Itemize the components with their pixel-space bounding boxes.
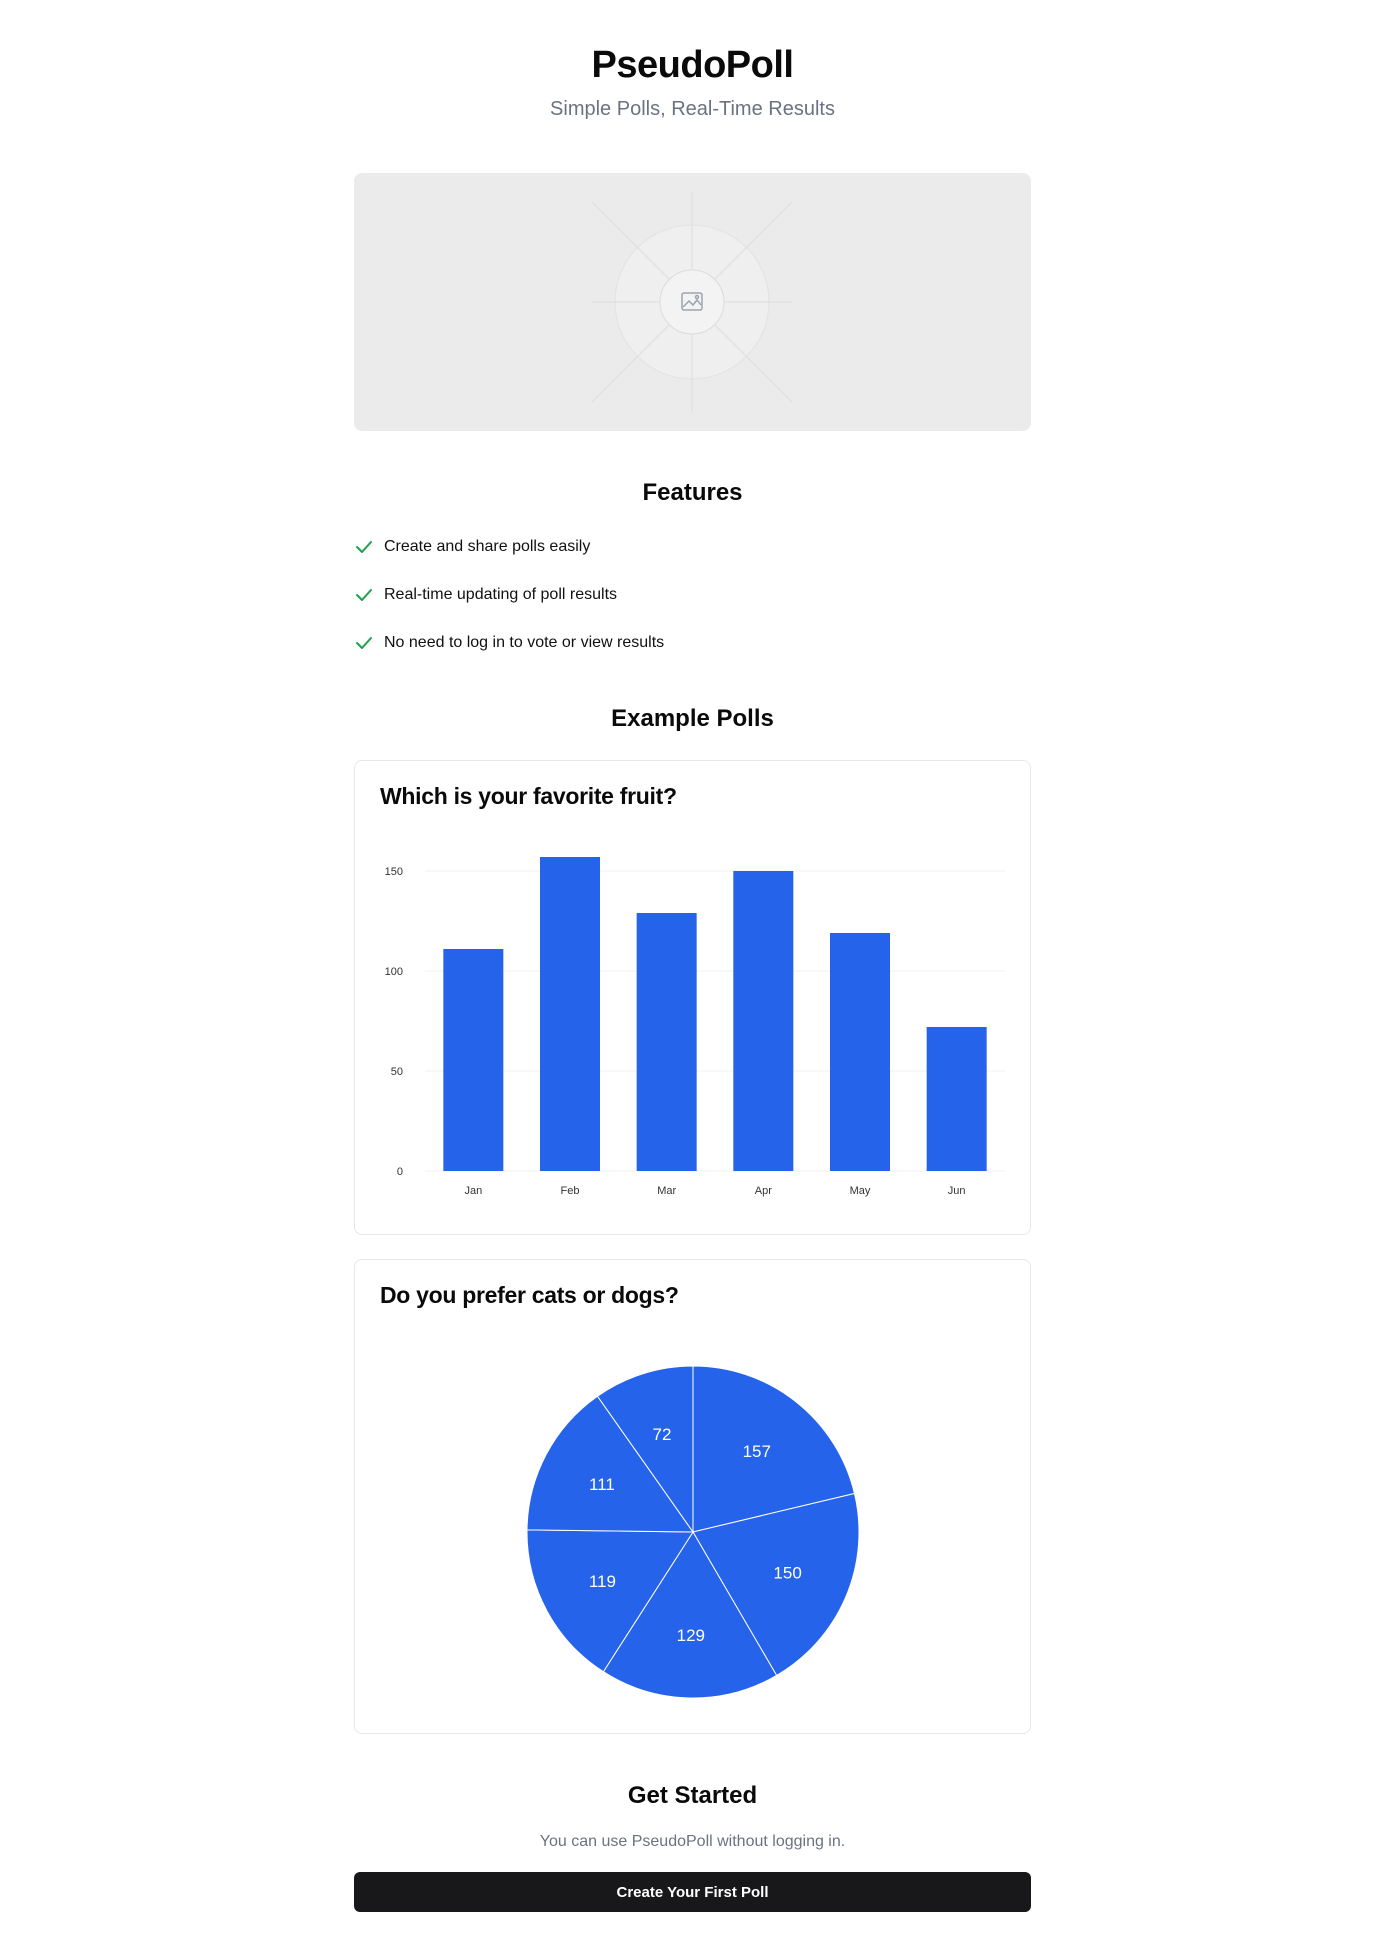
pie-slice-label: 111 — [589, 1475, 615, 1494]
x-tick-label: Mar — [657, 1185, 676, 1197]
feature-item: No need to log in to vote or view result… — [354, 631, 664, 655]
hero-image-placeholder — [354, 173, 1031, 431]
y-tick-label: 50 — [391, 1066, 403, 1078]
feature-item: Create and share polls easily — [354, 535, 590, 559]
y-tick-label: 0 — [397, 1166, 403, 1178]
page-title: PseudoPoll — [591, 44, 794, 86]
features-heading: Features — [642, 479, 743, 506]
feature-label: Create and share polls easily — [384, 538, 591, 555]
x-tick-label: Jan — [464, 1185, 482, 1197]
get-started-text: You can use PseudoPoll without logging i… — [539, 1833, 846, 1850]
x-tick-label: Apr — [755, 1185, 772, 1197]
bar[interactable] — [830, 933, 890, 1171]
page-subtitle: Simple Polls, Real-Time Results — [550, 98, 835, 120]
poll-card-pets: Do you prefer cats or dogs? 157 150 129 119… — [354, 1259, 1031, 1734]
pie-slice-label: 129 — [677, 1626, 705, 1645]
feature-item: Real-time updating of poll results — [354, 583, 617, 607]
bar[interactable] — [636, 913, 697, 1171]
pie-slice-label: 119 — [589, 1572, 616, 1591]
pie-slice-label: 150 — [773, 1563, 801, 1582]
x-tick-label: Jun — [948, 1185, 966, 1197]
bar-chart: 0 50 100 150 Jan Feb Mar Apr May Jun — [385, 857, 1005, 1197]
check-icon — [356, 589, 372, 601]
create-first-poll-button[interactable]: Create Your First Poll — [354, 1872, 1031, 1912]
x-tick-label: Feb — [561, 1185, 580, 1197]
pie-chart: 157 150 129 119 111 72 — [526, 1365, 860, 1699]
get-started-heading: Get Started — [627, 1782, 758, 1809]
check-icon — [356, 541, 372, 553]
feature-label: No need to log in to vote or view result… — [384, 634, 665, 651]
pie-slice-label: 157 — [743, 1442, 771, 1461]
poll-card-fruit: Which is your favorite fruit? 0 50 100 150 J… — [354, 760, 1031, 1235]
bar[interactable] — [540, 857, 600, 1171]
example-polls-heading: Example Polls — [611, 705, 774, 732]
x-tick-label: May — [850, 1185, 871, 1197]
y-tick-label: 100 — [385, 966, 403, 978]
pie-slice-label: 72 — [652, 1425, 671, 1444]
bar[interactable] — [733, 871, 794, 1171]
check-icon — [356, 637, 372, 649]
feature-label: Real-time updating of poll results — [384, 586, 618, 603]
image-placeholder-icon — [591, 192, 793, 412]
bar[interactable] — [926, 1027, 987, 1171]
y-tick-label: 150 — [385, 866, 403, 878]
bar[interactable] — [443, 949, 504, 1171]
